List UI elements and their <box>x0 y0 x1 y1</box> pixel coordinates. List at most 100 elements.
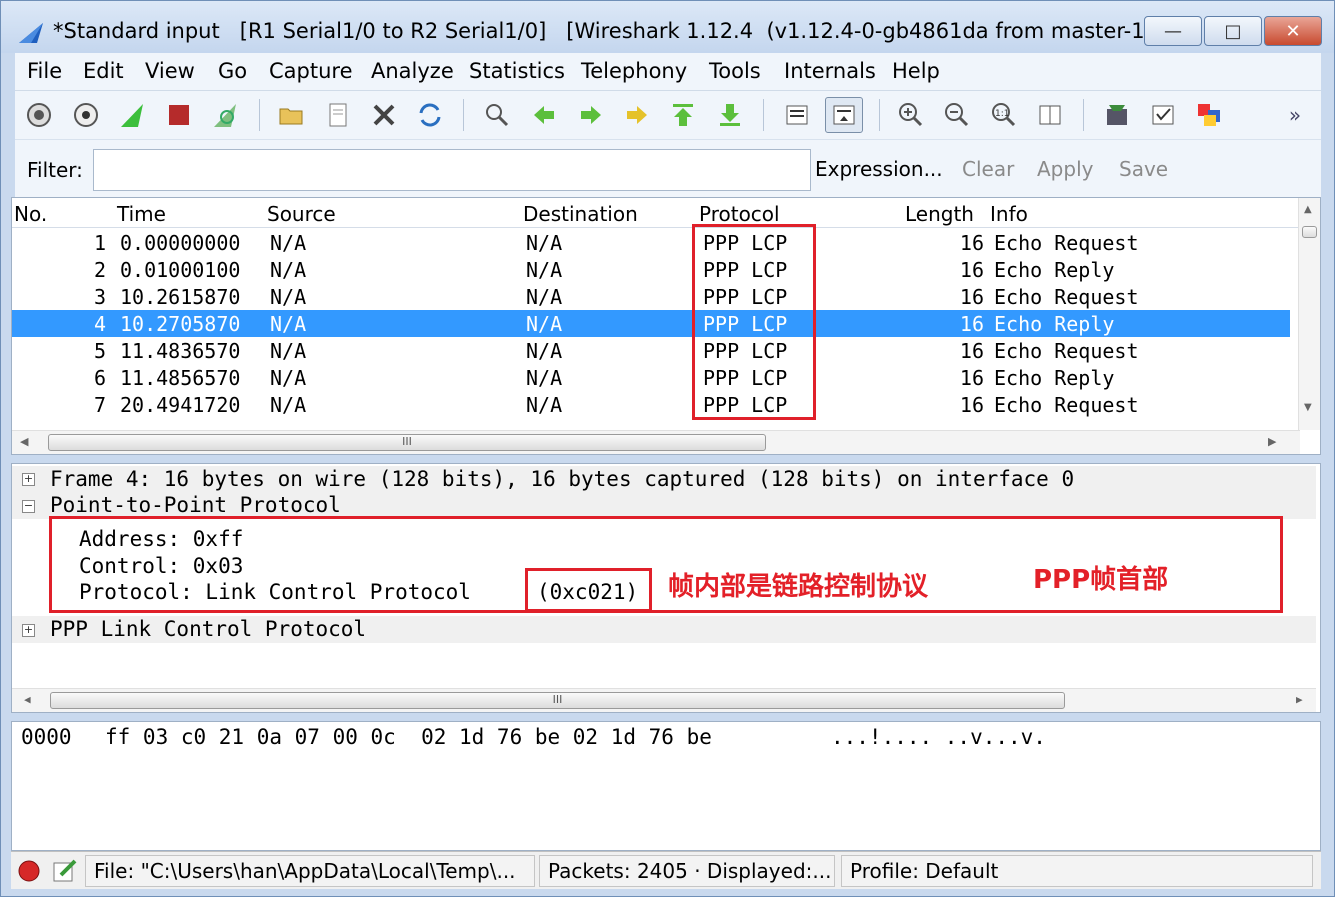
expand-lcp-icon[interactable]: + <box>22 624 35 637</box>
packet-cell-src: N/A <box>270 393 307 417</box>
filter-label: Filter: <box>27 158 83 182</box>
menu-help[interactable]: Help <box>892 59 940 83</box>
go-to-packet-icon[interactable] <box>621 99 653 131</box>
column-protocol[interactable]: Protocol <box>699 202 780 226</box>
packet-row[interactable]: 5 11.4836570 N/A N/A PPP LCP 16 Echo Request <box>12 337 1290 364</box>
menu-file[interactable]: File <box>27 59 62 83</box>
apply-button[interactable]: Apply <box>1037 157 1093 181</box>
clear-button[interactable]: Clear <box>962 157 1014 181</box>
packet-cell-len: 16 <box>959 285 984 309</box>
menu-internals[interactable]: Internals <box>784 59 876 83</box>
collapse-ppp-icon[interactable]: − <box>22 500 35 513</box>
options-icon[interactable] <box>70 99 102 131</box>
resize-columns-icon[interactable] <box>1034 99 1066 131</box>
annotation-header: PPP帧首部 <box>1033 565 1169 595</box>
filter-input[interactable] <box>93 149 811 191</box>
packet-cell-src: N/A <box>270 231 307 255</box>
reload-icon[interactable] <box>414 99 446 131</box>
column-info[interactable]: Info <box>990 202 1028 226</box>
packet-row[interactable]: 3 10.2615870 N/A N/A PPP LCP 16 Echo Request <box>12 283 1290 310</box>
detail-lcp[interactable]: PPP Link Control Protocol <box>50 617 366 641</box>
hex-ascii[interactable]: ...!.... ..v...v. <box>831 725 1046 749</box>
save-file-icon[interactable] <box>322 99 354 131</box>
column-destination[interactable]: Destination <box>523 202 638 226</box>
zoom-in-icon[interactable] <box>895 99 927 131</box>
packet-cell-len: 16 <box>959 366 984 390</box>
interfaces-icon[interactable] <box>23 99 55 131</box>
packet-list-hscrollbar[interactable]: ◀ III ▶ <box>12 430 1300 454</box>
column-time[interactable]: Time <box>117 202 166 226</box>
menu-edit[interactable]: Edit <box>83 59 124 83</box>
packet-row[interactable]: 6 11.4856570 N/A N/A PPP LCP 16 Echo Reply <box>12 364 1290 391</box>
packet-cell-time: 0.00000000 <box>120 231 241 255</box>
menu-statistics[interactable]: Statistics <box>469 59 565 83</box>
window-title: *Standard input [R1 Serial1/0 to R2 Seri… <box>53 19 1165 43</box>
packet-cell-no: 1 <box>93 231 106 255</box>
column-length[interactable]: Length <box>905 202 974 226</box>
packet-cell-dst: N/A <box>526 393 563 417</box>
close-file-icon[interactable] <box>368 99 400 131</box>
comment-edit-icon[interactable] <box>51 857 79 889</box>
detail-ppp[interactable]: Point-to-Point Protocol <box>50 493 341 517</box>
status-profile[interactable]: Profile: Default <box>841 855 1313 887</box>
packet-cell-len: 16 <box>959 258 984 282</box>
maximize-button[interactable]: □ <box>1204 16 1262 46</box>
column-source[interactable]: Source <box>267 202 336 226</box>
restart-capture-icon[interactable] <box>209 99 241 131</box>
zoom-out-icon[interactable] <box>941 99 973 131</box>
auto-scroll-icon[interactable] <box>825 97 863 133</box>
packet-row[interactable]: 7 20.4941720 N/A N/A PPP LCP 16 Echo Request <box>12 391 1290 418</box>
coloring-rules-icon[interactable] <box>1193 99 1225 131</box>
packet-cell-len: 16 <box>959 339 984 363</box>
menu-capture[interactable]: Capture <box>269 59 353 83</box>
colorize-icon[interactable] <box>781 99 813 131</box>
menu-analyze[interactable]: Analyze <box>371 59 454 83</box>
normal-size-icon[interactable]: 1:1 <box>988 99 1020 131</box>
packet-cell-time: 11.4836570 <box>120 339 241 363</box>
packet-row[interactable]: 1 0.00000000 N/A N/A PPP LCP 16 Echo Request <box>12 229 1290 256</box>
packet-cell-no: 3 <box>93 285 106 309</box>
menu-view[interactable]: View <box>145 59 195 83</box>
detail-frame[interactable]: Frame 4: 16 bytes on wire (128 bits), 16… <box>50 467 1074 491</box>
packet-row[interactable]: 2 0.01000100 N/A N/A PPP LCP 16 Echo Reply <box>12 256 1290 283</box>
minimize-button[interactable]: — <box>1144 16 1202 46</box>
display-filters-icon[interactable] <box>1147 99 1179 131</box>
menu-tools[interactable]: Tools <box>709 59 761 83</box>
menu-bar: File Edit View Go Capture Analyze Statis… <box>15 53 1321 91</box>
details-hscrollbar[interactable]: ◀ III ▶ <box>12 688 1316 712</box>
find-packet-icon[interactable] <box>481 99 513 131</box>
packet-row[interactable]: 4 10.2705870 N/A N/A PPP LCP 16 Echo Reply <box>12 310 1290 337</box>
menu-go[interactable]: Go <box>218 59 247 83</box>
packet-cell-dst: N/A <box>526 366 563 390</box>
packet-bytes: 0000 ff 03 c0 21 0a 07 00 0c 02 1d 76 be… <box>11 721 1321 851</box>
packet-cell-time: 10.2705870 <box>120 312 241 336</box>
close-button[interactable]: ✕ <box>1264 16 1322 46</box>
start-capture-icon[interactable] <box>116 99 148 131</box>
save-filter-button[interactable]: Save <box>1119 157 1168 181</box>
hex-bytes[interactable]: ff 03 c0 21 0a 07 00 0c 02 1d 76 be 02 1… <box>105 725 712 749</box>
go-forward-icon[interactable] <box>575 99 607 131</box>
status-bar: File: "C:\Users\han\AppData\Local\Temp\.… <box>11 851 1321 889</box>
capture-stopped-icon[interactable] <box>17 859 41 887</box>
packet-cell-len: 16 <box>959 231 984 255</box>
packet-cell-len: 16 <box>959 312 984 336</box>
hex-offset: 0000 <box>21 725 72 749</box>
capture-filters-icon[interactable] <box>1101 99 1133 131</box>
column-no[interactable]: No. <box>14 202 47 226</box>
toolbar-overflow-icon[interactable]: » <box>1279 99 1311 131</box>
menu-telephony[interactable]: Telephony <box>581 59 687 83</box>
packet-cell-src: N/A <box>270 258 307 282</box>
packet-cell-info: Echo Reply <box>994 258 1115 282</box>
packet-cell-info: Echo Request <box>994 285 1139 309</box>
packet-cell-no: 7 <box>93 393 106 417</box>
stop-capture-icon[interactable] <box>163 99 195 131</box>
annotation-inner: 帧内部是链路控制协议 <box>668 572 929 602</box>
packet-cell-dst: N/A <box>526 285 563 309</box>
go-last-icon[interactable] <box>714 99 746 131</box>
expression-button[interactable]: Expression... <box>815 157 943 181</box>
go-first-icon[interactable] <box>667 99 699 131</box>
expand-frame-icon[interactable]: + <box>22 473 35 486</box>
open-file-icon[interactable] <box>275 99 307 131</box>
packet-list-vscrollbar[interactable]: ▲ ▼ <box>1298 198 1320 430</box>
go-back-icon[interactable] <box>528 99 560 131</box>
